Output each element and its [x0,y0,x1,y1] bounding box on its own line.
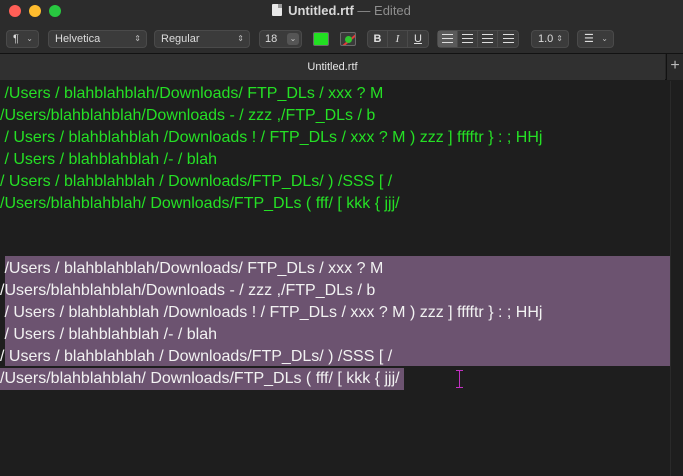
font-style-popup[interactable]: Regular ⇕ [154,30,250,48]
font-family-popup[interactable]: Helvetica ⇕ [48,30,147,48]
paragraph-icon: ¶ [13,33,19,45]
selected-text-line[interactable]: /Users / blahblahblah/Downloads/ FTP_DLs… [0,258,383,280]
align-left-icon [442,34,453,43]
chevron-down-icon[interactable]: ⌄ [287,33,299,45]
up-down-arrows-icon: ⇕ [237,34,244,43]
font-family-value: Helvetica [55,33,101,45]
align-right-icon [482,34,493,43]
tab-bar: Untitled.rtf + [0,53,683,80]
up-down-arrows-icon: ⇕ [134,34,141,43]
align-center-icon [462,34,473,43]
align-left-button[interactable] [438,31,458,47]
text-line[interactable]: / Users / blahblahblah /Downloads ! / FT… [0,127,542,149]
chevron-down-icon: ⌄ [26,34,33,43]
text-line[interactable]: /Users/blahblahblah/Downloads - / zzz ,/… [0,105,375,127]
italic-button[interactable]: I [388,31,408,47]
up-down-arrows-icon: ⇕ [556,34,563,43]
tab-untitled-rtf[interactable]: Untitled.rtf [0,54,665,80]
font-size-field[interactable]: 18 ⌄ [259,30,302,48]
text-line[interactable]: / Users / blahblahblah / Downloads/FTP_D… [0,171,392,193]
font-size-value: 18 [265,33,278,45]
align-right-button[interactable] [478,31,498,47]
selected-text-line[interactable]: /Users/blahblahblah/ Downloads/FTP_DLs (… [0,368,404,390]
scroll-gutter [670,81,671,476]
window-title: Untitled.rtf — Edited [0,3,683,18]
line-spacing-value: 1.0 [538,33,554,45]
title-bar[interactable]: Untitled.rtf — Edited [0,0,683,25]
underline-button[interactable]: U [408,31,428,47]
text-color-well[interactable] [313,32,329,46]
document-icon [272,4,283,16]
text-line[interactable]: /Users / blahblahblah/Downloads/ FTP_DLs… [0,83,383,105]
text-cursor-ibeam-icon [456,370,463,388]
align-justify-button[interactable] [498,31,518,47]
list-bullets-icon: ☰ [584,33,594,45]
paragraph-style-popup[interactable]: ¶ ⌄ [6,30,39,48]
align-center-button[interactable] [458,31,478,47]
text-line[interactable]: /Users/blahblahblah/ Downloads/FTP_DLs (… [0,193,400,215]
format-toolbar: ¶ ⌄ Helvetica ⇕ Regular ⇕ 18 ⌄ B I U 1.0… [0,25,683,53]
line-spacing-popup[interactable]: 1.0 ⇕ [531,30,569,48]
window-title-status: Edited [374,3,411,18]
window-title-filename: Untitled.rtf [288,3,354,18]
document-text-area[interactable]: /Users / blahblahblah/Downloads/ FTP_DLs… [0,81,683,476]
highlight-color-well[interactable] [340,32,356,46]
selected-text-line[interactable]: / Users / blahblahblah / Downloads/FTP_D… [0,346,392,368]
new-tab-button[interactable]: + [666,54,683,80]
selected-text-line[interactable]: / Users / blahblahblah /- / blah [0,324,217,346]
text-line[interactable]: / Users / blahblahblah /- / blah [0,149,217,171]
selected-text-line[interactable]: /Users/blahblahblah/Downloads - / zzz ,/… [0,280,375,302]
chevron-down-icon: ⌄ [601,34,608,43]
bold-button[interactable]: B [368,31,388,47]
font-style-value: Regular [161,33,200,45]
selected-text-line[interactable]: / Users / blahblahblah /Downloads ! / FT… [0,302,542,324]
align-justify-icon [502,34,514,43]
list-style-popup[interactable]: ☰ ⌄ [577,30,614,48]
alignment-group [437,30,519,48]
window-title-separator: — [353,3,375,18]
text-emphasis-group: B I U [367,30,429,48]
